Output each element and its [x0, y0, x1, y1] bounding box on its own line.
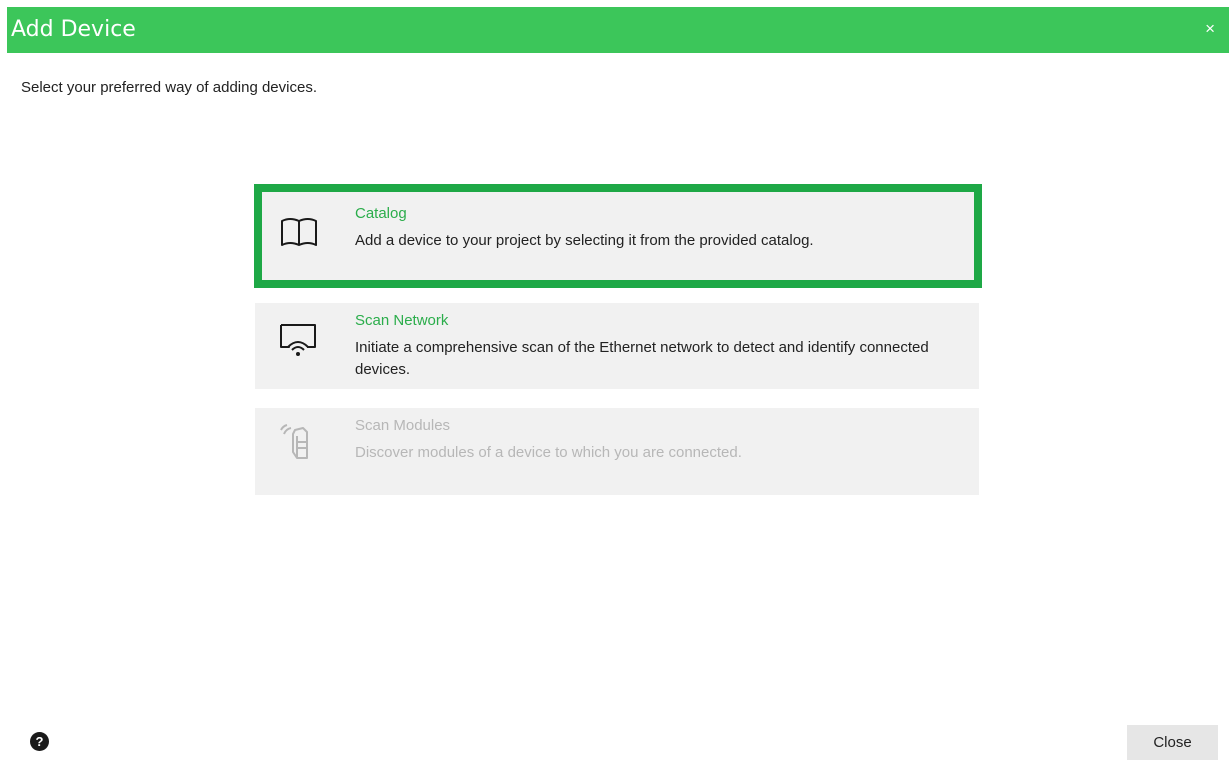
title-bar: Add Device ×: [7, 7, 1229, 53]
add-device-dialog: Add Device × Select your preferred way o…: [0, 0, 1231, 765]
option-scan-network[interactable]: Scan Network Initiate a comprehensive sc…: [255, 303, 979, 389]
close-button[interactable]: Close: [1127, 725, 1218, 760]
book-icon: [281, 218, 317, 246]
option-catalog-title: Catalog: [355, 205, 407, 222]
option-scan-network-description: Initiate a comprehensive scan of the Eth…: [355, 339, 929, 378]
dialog-title: Add Device: [11, 17, 136, 42]
option-catalog-description: Add a device to your project by selectin…: [355, 232, 814, 249]
option-scan-network-title: Scan Network: [355, 312, 449, 329]
option-catalog[interactable]: Catalog Add a device to your project by …: [254, 184, 982, 288]
option-scan-modules-title: Scan Modules: [355, 417, 451, 434]
help-icon[interactable]: ?: [30, 732, 49, 751]
instruction-text: Select your preferred way of adding devi…: [21, 79, 317, 96]
close-icon[interactable]: ×: [1205, 19, 1215, 39]
option-scan-modules-description: Discover modules of a device to which yo…: [355, 444, 742, 461]
option-scan-modules: Scan Modules Discover modules of a devic…: [255, 408, 979, 495]
network-scan-icon: [280, 324, 316, 356]
module-scan-icon: [280, 424, 308, 459]
